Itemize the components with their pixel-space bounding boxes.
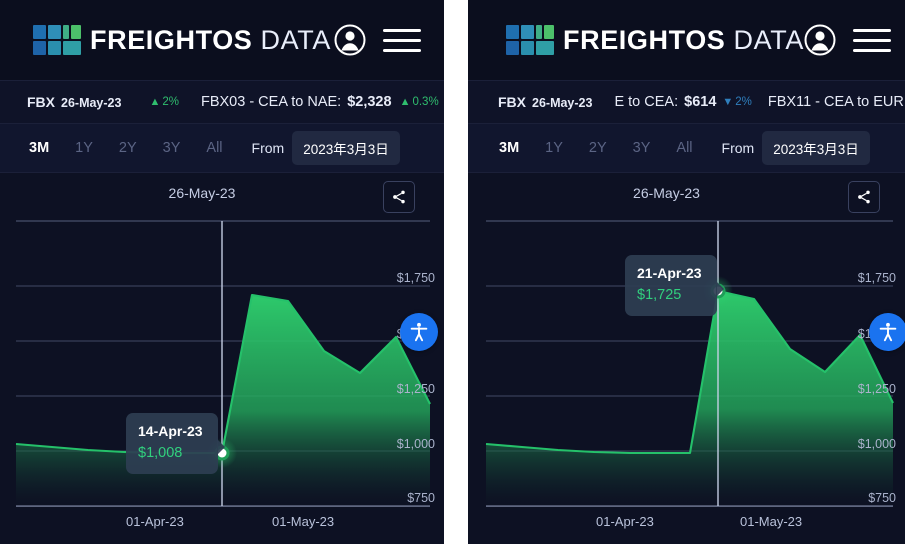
from-date-group: From 2023年3月3日 <box>252 131 400 165</box>
freightos-logo-icon <box>506 25 552 55</box>
x-axis-label-may: 01-May-23 <box>740 514 802 529</box>
nav-actions <box>334 24 421 56</box>
brand-name-bold: FREIGHTOS <box>90 25 252 55</box>
range-tab-all[interactable]: All <box>193 124 235 173</box>
x-axis-label-apr: 01-Apr-23 <box>126 514 184 529</box>
hamburger-menu-icon[interactable] <box>383 29 421 52</box>
ticker-index: FBX 26-May-23 <box>27 94 121 110</box>
brand-name-bold: FREIGHTOS <box>563 25 725 55</box>
brand-wordmark: FREIGHTOS DATA <box>90 27 331 54</box>
accessibility-icon <box>408 321 430 343</box>
range-tab-3y[interactable]: 3Y <box>620 124 664 173</box>
from-label: From <box>722 140 755 156</box>
range-tab-1y[interactable]: 1Y <box>62 124 106 173</box>
ticker-index-label: FBX <box>498 94 526 110</box>
hamburger-menu-icon[interactable] <box>853 29 891 52</box>
from-date-input[interactable]: 2023年3月3日 <box>292 131 400 165</box>
index-ticker-bar[interactable]: FBX 26-May-23 ▲ 2% FBX03 - CEA to NAE: $… <box>0 81 444 124</box>
range-tab-all[interactable]: All <box>663 124 705 173</box>
x-axis-label-may: 01-May-23 <box>272 514 334 529</box>
chart-area: 26-May-23 <box>468 173 905 544</box>
freightos-logo-icon <box>33 25 79 55</box>
range-tab-3y[interactable]: 3Y <box>150 124 194 173</box>
y-axis-label-1250: $1,250 <box>858 382 896 396</box>
range-selector-bar: 3M 1Y 2Y 3Y All From 2023年3月3日 <box>468 124 905 173</box>
tooltip-date: 14-Apr-23 <box>138 421 206 442</box>
arrow-up-icon: ▲ <box>149 97 160 108</box>
brand-wordmark: FREIGHTOS DATA <box>563 27 804 54</box>
arrow-down-icon: ▼ <box>722 97 733 108</box>
ticker-route-name: E to CEA: <box>614 94 678 110</box>
dual-screenshot-stage: FREIGHTOS DATA FBX 26-May-23 <box>0 0 905 544</box>
chart-plot[interactable] <box>0 173 444 544</box>
range-tab-2y[interactable]: 2Y <box>576 124 620 173</box>
range-selector-bar: 3M 1Y 2Y 3Y All From 2023年3月3日 <box>0 124 444 173</box>
nav-actions <box>804 24 891 56</box>
range-tab-1y[interactable]: 1Y <box>532 124 576 173</box>
tooltip-pointer <box>716 281 724 297</box>
accessibility-button[interactable] <box>869 313 905 351</box>
tooltip-pointer <box>217 439 225 455</box>
ticker-next-route-name: FBX11 - CEA to EUR: <box>768 94 905 110</box>
tooltip-value: $1,008 <box>138 442 206 465</box>
range-tab-3m[interactable]: 3M <box>16 124 62 173</box>
ticker-route-delta: ▲ 0.3% <box>400 96 439 108</box>
brand-name-light: DATA <box>734 25 804 55</box>
ticker-route-delta-value: 2% <box>735 96 752 108</box>
chart-tooltip: 14-Apr-23 $1,008 <box>126 413 218 474</box>
chart-plot[interactable] <box>468 173 905 544</box>
ticker-route-price: $614 <box>684 94 716 110</box>
ticker-route-price: $2,328 <box>347 94 391 110</box>
freightos-panel-right: FREIGHTOS DATA FBX 26-May-23 <box>468 0 905 544</box>
accessibility-button[interactable] <box>400 313 438 351</box>
y-axis-label-750: $750 <box>868 491 896 505</box>
ticker-index: FBX 26-May-23 <box>498 94 592 110</box>
tooltip-date: 21-Apr-23 <box>637 263 705 284</box>
y-axis-label-1000: $1,000 <box>397 437 435 451</box>
panel-divider <box>444 0 468 544</box>
ticker-route-delta: ▼ 2% <box>722 96 752 108</box>
y-axis-label-1750: $1,750 <box>858 271 896 285</box>
range-tab-2y[interactable]: 2Y <box>106 124 150 173</box>
ticker-route: E to CEA: $614 <box>614 94 716 110</box>
from-date-group: From 2023年3月3日 <box>722 131 870 165</box>
freightos-panel-left: FREIGHTOS DATA FBX 26-May-23 <box>0 0 444 544</box>
chart-tooltip: 21-Apr-23 $1,725 <box>625 255 717 316</box>
ticker-index-delta-value: 2% <box>162 96 179 108</box>
brand-name-light: DATA <box>261 25 331 55</box>
ticker-route-delta-value: 0.3% <box>412 96 438 108</box>
tooltip-value: $1,725 <box>637 284 705 307</box>
top-navigation-bar: FREIGHTOS DATA <box>0 0 444 81</box>
top-navigation-bar: FREIGHTOS DATA <box>468 0 905 81</box>
ticker-index-date: 26-May-23 <box>532 96 592 110</box>
ticker-route-name: FBX03 - CEA to NAE: <box>201 94 341 110</box>
accessibility-icon <box>877 321 899 343</box>
ticker-index-label: FBX <box>27 94 55 110</box>
ticker-next-route: FBX11 - CEA to EUR: <box>768 94 905 110</box>
arrow-up-icon: ▲ <box>400 97 411 108</box>
range-tab-3m[interactable]: 3M <box>486 124 532 173</box>
y-axis-label-1250: $1,250 <box>397 382 435 396</box>
from-date-input[interactable]: 2023年3月3日 <box>762 131 870 165</box>
y-axis-label-1750: $1,750 <box>397 271 435 285</box>
ticker-route: FBX03 - CEA to NAE: $2,328 <box>201 94 392 110</box>
user-circle-icon[interactable] <box>334 24 366 56</box>
index-ticker-bar[interactable]: FBX 26-May-23 E to CEA: $614 ▼ 2% FBX11 … <box>468 81 905 124</box>
ticker-index-date: 26-May-23 <box>61 96 121 110</box>
user-circle-icon[interactable] <box>804 24 836 56</box>
from-label: From <box>252 140 285 156</box>
x-axis-label-apr: 01-Apr-23 <box>596 514 654 529</box>
brand-logo[interactable]: FREIGHTOS DATA <box>506 25 804 55</box>
y-axis-label-750: $750 <box>407 491 435 505</box>
brand-logo[interactable]: FREIGHTOS DATA <box>33 25 331 55</box>
y-axis-label-1000: $1,000 <box>858 437 896 451</box>
ticker-index-delta: ▲ 2% <box>149 96 179 108</box>
chart-area: 26-May-23 <box>0 173 444 544</box>
